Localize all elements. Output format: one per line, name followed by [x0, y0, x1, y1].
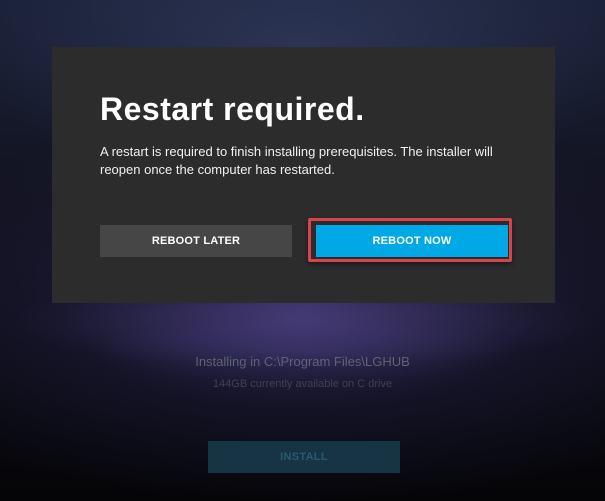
- dialog-message: A restart is required to finish installi…: [100, 144, 493, 177]
- install-button[interactable]: INSTALL: [208, 441, 400, 473]
- drive-space-text: 144GB currently available on C drive: [212, 378, 393, 390]
- reboot-now-button[interactable]: REBOOT NOW: [316, 225, 508, 257]
- dialog-title: Restart required.: [100, 91, 365, 127]
- restart-dialog: Restart required. A restart is required …: [52, 47, 555, 303]
- reboot-later-button[interactable]: REBOOT LATER: [100, 225, 292, 257]
- install-path-text: Installing in C:\Program Files\LGHUB: [195, 354, 410, 369]
